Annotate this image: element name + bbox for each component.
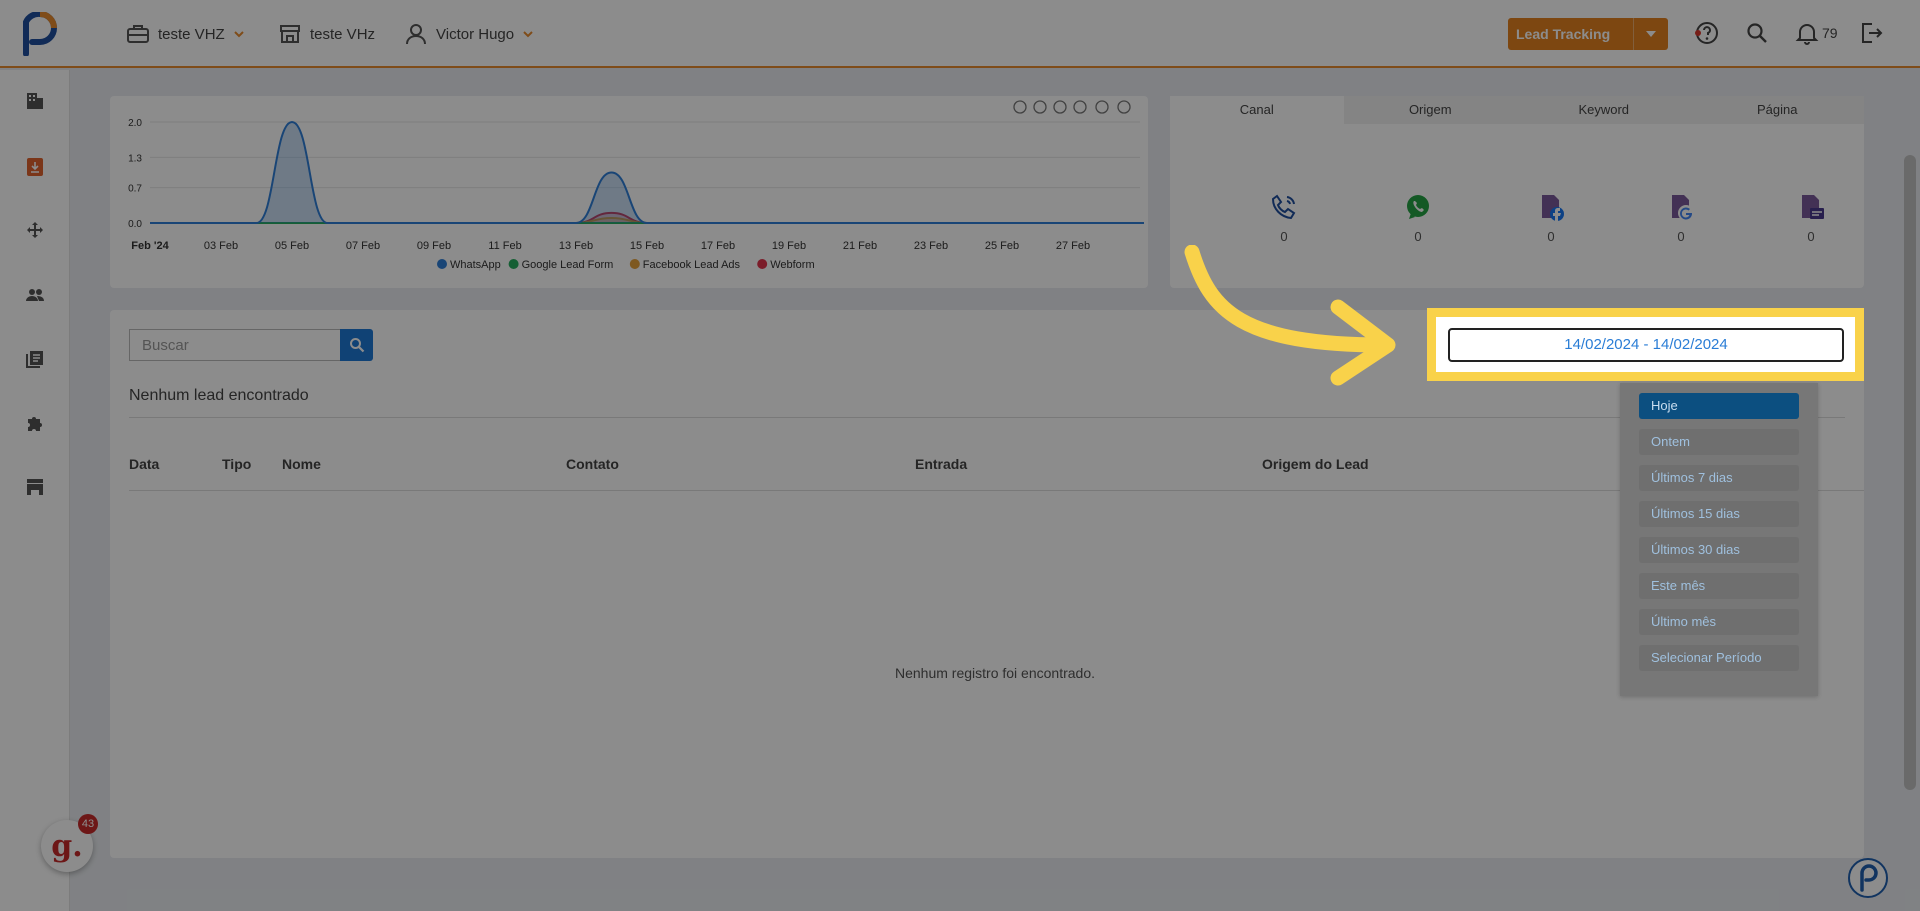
range-option-hoje[interactable]: Hoje: [1639, 393, 1799, 419]
date-range-input[interactable]: 14/02/2024 - 14/02/2024: [1448, 328, 1844, 362]
range-option-15-days[interactable]: Últimos 15 dias: [1639, 501, 1799, 527]
date-range-menu: Hoje Ontem Últimos 7 dias Últimos 15 dia…: [1620, 383, 1818, 696]
range-option-30-days[interactable]: Últimos 30 dias: [1639, 537, 1799, 563]
range-option-this-month[interactable]: Este mês: [1639, 573, 1799, 599]
range-option-ontem[interactable]: Ontem: [1639, 429, 1799, 455]
tutorial-arrow-icon: [1184, 245, 1396, 386]
range-option-7-days[interactable]: Últimos 7 dias: [1639, 465, 1799, 491]
range-option-custom[interactable]: Selecionar Período: [1639, 645, 1799, 671]
range-option-last-month[interactable]: Último mês: [1639, 609, 1799, 635]
